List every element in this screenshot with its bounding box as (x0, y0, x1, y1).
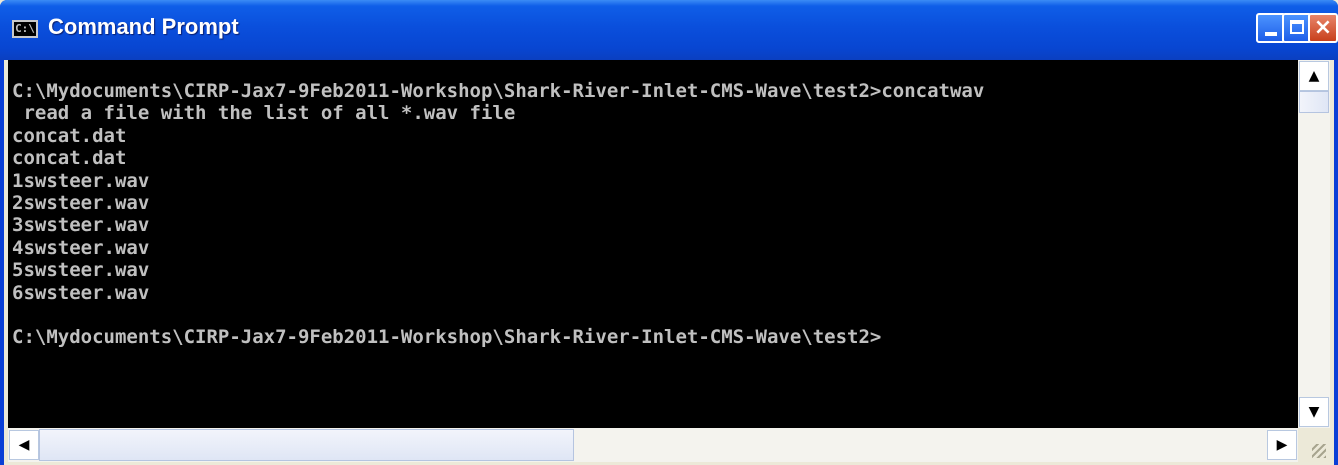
console-line: 4swsteer.wav (12, 236, 150, 259)
console-line: C:\Mydocuments\CIRP-Jax7-9Feb2011-Worksh… (12, 326, 882, 349)
console-line: 5swsteer.wav (12, 259, 150, 282)
arrow-up-icon: ▲ (1308, 68, 1320, 84)
console-line: 3swsteer.wav (12, 214, 150, 237)
close-icon: × (1313, 15, 1333, 40)
console-line: C:\Mydocuments\CIRP-Jax7-9Feb2011-Worksh… (12, 80, 985, 102)
console-line: 2swsteer.wav (12, 192, 150, 215)
minimize-icon (1265, 32, 1277, 36)
console-line: concat.dat (12, 124, 127, 147)
window-title: Command Prompt (48, 14, 239, 39)
resize-corner[interactable] (1298, 428, 1330, 462)
vertical-scrollbar[interactable]: ▲ ▼ (1298, 60, 1330, 428)
console-line: read a file with the list of all *.wav f… (12, 102, 516, 125)
scroll-left-button[interactable]: ◀ (9, 430, 39, 460)
close-button[interactable]: × (1308, 13, 1338, 43)
scroll-right-button[interactable]: ▶ (1267, 430, 1297, 460)
console-line: 1swsteer.wav (12, 169, 150, 192)
console-text: C:\Mydocuments\CIRP-Jax7-9Feb2011-Worksh… (12, 80, 984, 349)
arrow-right-icon: ▶ (1276, 437, 1288, 453)
console-output[interactable]: C:\Mydocuments\CIRP-Jax7-9Feb2011-Worksh… (8, 60, 1298, 428)
client-area: C:\Mydocuments\CIRP-Jax7-9Feb2011-Worksh… (4, 60, 1334, 465)
resize-grip-icon (1312, 444, 1326, 458)
vertical-scroll-thumb[interactable] (1299, 91, 1329, 113)
maximize-icon (1290, 20, 1304, 34)
arrow-down-icon: ▼ (1308, 404, 1320, 420)
console-line: concat.dat (12, 147, 127, 170)
horizontal-scrollbar[interactable]: ◀ ▶ (8, 428, 1298, 462)
scroll-down-button[interactable]: ▼ (1299, 397, 1329, 427)
arrow-left-icon: ◀ (18, 437, 30, 453)
scroll-up-button[interactable]: ▲ (1299, 61, 1329, 91)
horizontal-scroll-thumb[interactable] (39, 429, 574, 461)
console-icon[interactable]: C:\ (12, 20, 38, 38)
command-prompt-window: C:\ Command Prompt × C:\Mydocuments\CIRP… (0, 0, 1338, 465)
console-line: 6swsteer.wav (12, 281, 150, 304)
title-bar[interactable]: C:\ Command Prompt × (0, 0, 1338, 60)
